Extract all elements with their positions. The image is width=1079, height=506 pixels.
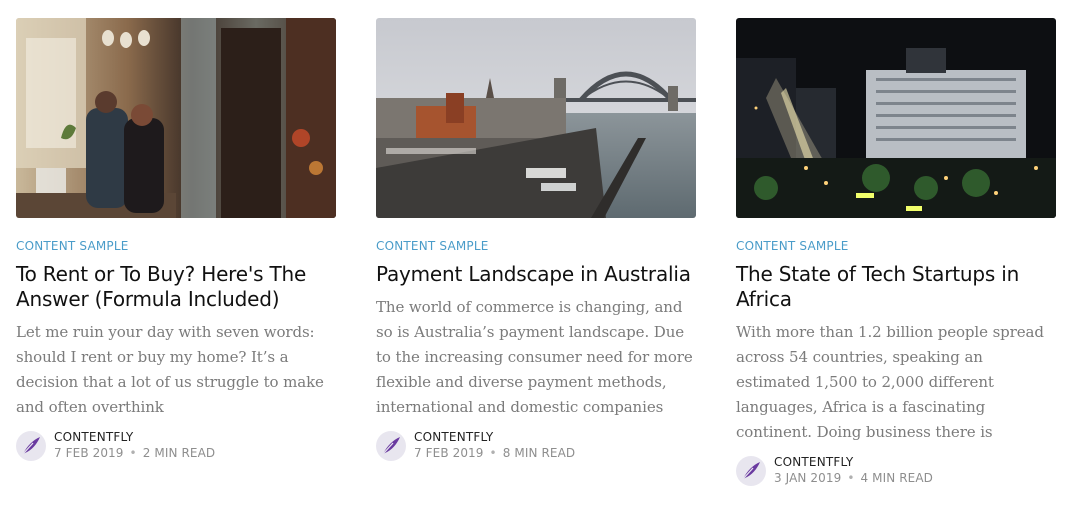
post-tag[interactable]: CONTENT SAMPLE	[736, 239, 1056, 253]
feather-logo-icon[interactable]	[736, 455, 766, 486]
post-image-city-night[interactable]	[736, 18, 1056, 218]
post-image-sydney-harbour[interactable]	[376, 18, 696, 218]
post-excerpt: Let me ruin your day with seven words: s…	[16, 323, 324, 416]
post-title[interactable]: To Rent or To Buy? Here's The Answer (Fo…	[16, 262, 336, 312]
post-tag[interactable]: CONTENT SAMPLE	[16, 239, 336, 253]
post-title[interactable]: Payment Landscape in Australia	[376, 262, 696, 287]
author-name[interactable]: CONTENTFLY	[414, 430, 575, 445]
post-meta: 7 FEB 2019 • 8 MIN READ	[414, 445, 575, 461]
author-block: CONTENTFLY 7 FEB 2019 • 8 MIN READ	[376, 430, 696, 461]
author-name[interactable]: CONTENTFLY	[54, 430, 215, 445]
read-time: 8 MIN READ	[502, 446, 576, 460]
post-date: 7 FEB 2019	[414, 446, 484, 460]
post-grid: CONTENT SAMPLE To Rent or To Buy? Here's…	[0, 0, 1079, 506]
post-date: 3 JAN 2019	[774, 471, 842, 485]
post-excerpt: With more than 1.2 billion people spread…	[736, 323, 1044, 441]
feather-logo-icon[interactable]	[16, 430, 46, 461]
post-excerpt: The world of commerce is changing, and s…	[376, 298, 693, 416]
post-tag[interactable]: CONTENT SAMPLE	[376, 239, 696, 253]
read-time: 4 MIN READ	[860, 471, 934, 485]
harbour-photo	[376, 18, 696, 218]
author-name[interactable]: CONTENTFLY	[774, 455, 933, 470]
post-date: 7 FEB 2019	[54, 446, 124, 460]
post-title[interactable]: The State of Tech Startups in Africa	[736, 262, 1056, 312]
feather-logo-icon[interactable]	[376, 430, 406, 461]
meta-separator: •	[129, 446, 137, 460]
meta-separator: •	[489, 446, 497, 460]
post-card[interactable]: CONTENT SAMPLE To Rent or To Buy? Here's…	[16, 18, 336, 461]
post-card[interactable]: CONTENT SAMPLE The State of Tech Startup…	[736, 18, 1056, 486]
post-image-couple-kitchen[interactable]	[16, 18, 336, 218]
post-card[interactable]: CONTENT SAMPLE Payment Landscape in Aust…	[376, 18, 696, 461]
read-time: 2 MIN READ	[142, 446, 216, 460]
post-meta: 7 FEB 2019 • 2 MIN READ	[54, 445, 215, 461]
author-block: CONTENTFLY 3 JAN 2019 • 4 MIN READ	[736, 455, 1056, 486]
post-meta: 3 JAN 2019 • 4 MIN READ	[774, 470, 933, 486]
author-block: CONTENTFLY 7 FEB 2019 • 2 MIN READ	[16, 430, 336, 461]
city-night-photo	[736, 18, 1056, 218]
meta-separator: •	[847, 471, 855, 485]
kitchen-photo	[16, 18, 336, 218]
